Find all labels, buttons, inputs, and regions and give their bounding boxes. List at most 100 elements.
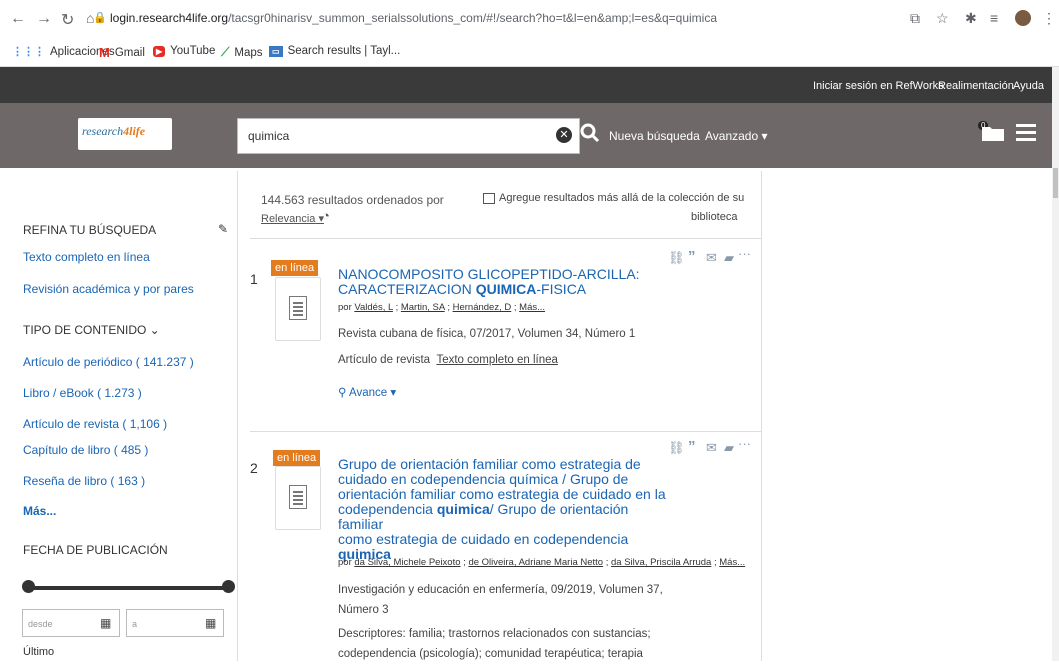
result-title-line: orientación familiar como estrategia de … (338, 486, 666, 502)
document-icon[interactable] (275, 466, 321, 530)
logo-text: research (82, 124, 124, 138)
facet-count: ( 141.237 ) (135, 355, 194, 369)
url-host: login.research4life.org (110, 11, 229, 25)
result-description-line: codependencia (psicología); comunidad te… (338, 648, 643, 660)
facet-label: Libro / eBook (23, 386, 94, 400)
page-scrollbar[interactable] (1052, 67, 1059, 661)
bookmark-label: Search results | Tayl... (287, 45, 401, 57)
bookmark-gmail[interactable]: M Gmail (99, 45, 145, 60)
email-icon[interactable]: ✉ (706, 250, 717, 266)
quote-icon[interactable]: ” (688, 438, 696, 455)
hamburger-menu-icon[interactable] (1016, 124, 1036, 145)
content-type-newspaper[interactable]: Artículo de periódico ( 141.237 ) (23, 355, 194, 369)
author-link[interactable]: da Silva, Priscila Arruda (611, 557, 711, 568)
content-type-book[interactable]: Libro / eBook ( 1.273 ) (23, 386, 142, 400)
link-icon[interactable]: ⛓ (668, 250, 685, 266)
date-slider-start-handle[interactable] (22, 580, 35, 593)
sort-relevance-dropdown[interactable]: Relevancia ▾ (261, 212, 324, 225)
date-slider-end-handle[interactable] (222, 580, 235, 593)
author-link[interactable]: Valdés, L (354, 302, 393, 313)
extensions-icon[interactable]: ✱ (965, 10, 977, 27)
author-link[interactable]: Martin, SA (401, 302, 445, 313)
result-title-highlight: QUIMICA (475, 281, 537, 297)
result-source-line: Número 3 (338, 604, 389, 616)
date-last-option[interactable]: Último (23, 646, 54, 658)
bookmark-label: YouTube (170, 45, 216, 57)
back-icon[interactable]: ← (10, 10, 26, 28)
save-folder-icon[interactable]: ▰ (724, 250, 734, 266)
author-link[interactable]: da Silva, Michele Peixoto (354, 557, 460, 568)
result-separator (250, 238, 762, 239)
forward-icon[interactable]: → (36, 10, 52, 28)
search-input[interactable] (248, 129, 548, 143)
result-number: 2 (250, 460, 258, 476)
more-authors-link[interactable]: Más... (719, 557, 745, 568)
result-authors: por Valdés, L ; Martin, SA ; Hernández, … (338, 302, 546, 313)
online-badge: en línea (271, 260, 319, 276)
more-actions-icon[interactable]: ··· (738, 436, 751, 451)
facet-count: ( 485 ) (113, 443, 149, 457)
author-link[interactable]: de Oliveira, Adriane Maria Netto (468, 557, 603, 568)
research4life-logo[interactable]: research4life (78, 118, 172, 150)
kebab-menu-icon[interactable]: ⋮ (1042, 10, 1056, 27)
more-authors-link[interactable]: Más... (519, 302, 545, 313)
scrollbar-thumb[interactable] (1053, 168, 1058, 198)
result-title[interactable]: Grupo de orientación familiar como estra… (338, 457, 668, 562)
refine-heading: REFINA TU BÚSQUEDA (23, 223, 157, 237)
facet-count: ( 163 ) (110, 474, 146, 488)
online-badge: en línea (273, 450, 321, 466)
filter-fulltext-online[interactable]: Texto completo en línea (23, 250, 150, 264)
document-icon[interactable] (275, 277, 321, 341)
reading-list-icon[interactable]: ≡ (990, 10, 998, 26)
preview-toggle[interactable]: ⚲ Avance ▾ (338, 383, 396, 403)
calendar-icon[interactable]: ▦ (100, 616, 111, 630)
more-content-types-link[interactable]: Más... (23, 504, 56, 518)
bookmark-maps[interactable]: ⟋ Maps (221, 45, 263, 60)
content-type-magazine[interactable]: Artículo de revista ( 1,106 ) (23, 417, 167, 431)
feedback-link[interactable]: Realimentación (938, 80, 1014, 92)
bookmark-search-results[interactable]: ▭ Search results | Tayl... (269, 45, 400, 57)
result-source: Investigación y educación en enfermería,… (338, 580, 663, 620)
refworks-link[interactable]: Iniciar sesión en RefWorks (813, 80, 944, 92)
author-link[interactable]: Hernández, D (453, 302, 512, 313)
result-authors: por da Silva, Michele Peixoto ; de Olive… (338, 557, 746, 568)
result-type: Artículo de revista (338, 354, 431, 366)
link-icon[interactable]: ⛓ (668, 440, 685, 456)
filter-peer-reviewed[interactable]: Revisión académica y por pares (23, 282, 194, 296)
beyond-collection-label: Agregue resultados más allá de la colecc… (499, 192, 745, 204)
youtube-icon: ▶ (153, 45, 166, 57)
help-link[interactable]: Ayuda (1013, 80, 1044, 92)
profile-avatar[interactable] (1015, 10, 1031, 26)
beyond-collection-checkbox[interactable] (483, 193, 495, 204)
by-label: por (338, 302, 352, 313)
email-icon[interactable]: ✉ (706, 440, 717, 456)
result-title-line: CARACTERIZACION (338, 281, 476, 297)
more-actions-icon[interactable]: ··· (738, 246, 751, 261)
search-icon[interactable] (578, 121, 602, 145)
quote-icon[interactable]: ” (688, 248, 696, 265)
reload-icon[interactable]: ↻ (61, 10, 74, 30)
pencil-icon[interactable]: ✎ (218, 222, 228, 236)
url-field[interactable]: login.research4life.org/tacsgr0hinarisv_… (110, 11, 717, 25)
star-icon[interactable]: ☆ (936, 10, 949, 27)
translate-icon[interactable]: ⧉ (910, 10, 920, 27)
content-type-book-chapter[interactable]: Capítulo de libro ( 485 ) (23, 443, 148, 457)
url-path: /tacsgr0hinarisv_summon_serialssolutions… (228, 11, 718, 25)
result-title[interactable]: NANOCOMPOSITO GLICOPEPTIDO-ARCILLA: CARA… (338, 267, 658, 297)
content-type-book-review[interactable]: Reseña de libro ( 163 ) (23, 474, 145, 488)
rss-icon[interactable]: ◔ (322, 208, 330, 223)
bookmark-youtube[interactable]: ▶ YouTube (153, 45, 215, 57)
new-search-link[interactable]: Nueva búsqueda (609, 129, 700, 143)
calendar-icon[interactable]: ▦ (205, 616, 216, 630)
advanced-search-link[interactable]: Avanzado ▾ (705, 129, 768, 143)
clear-search-button[interactable]: ✕ (556, 127, 572, 143)
fulltext-link[interactable]: Texto completo en línea (436, 354, 557, 366)
search-box (237, 118, 580, 154)
save-folder-icon[interactable]: ▰ (724, 440, 734, 456)
content-type-heading[interactable]: TIPO DE CONTENIDO ⌄ (23, 323, 160, 337)
utility-bar: Iniciar sesión en RefWorks Realimentació… (0, 67, 1052, 103)
browser-chrome: ← → ↻ ⌂ 🔒 login.research4life.org/tacsgr… (0, 0, 1059, 67)
bookmark-label: Maps (234, 46, 263, 59)
date-range-slider[interactable] (28, 586, 228, 590)
bookmark-label: Gmail (114, 46, 145, 59)
